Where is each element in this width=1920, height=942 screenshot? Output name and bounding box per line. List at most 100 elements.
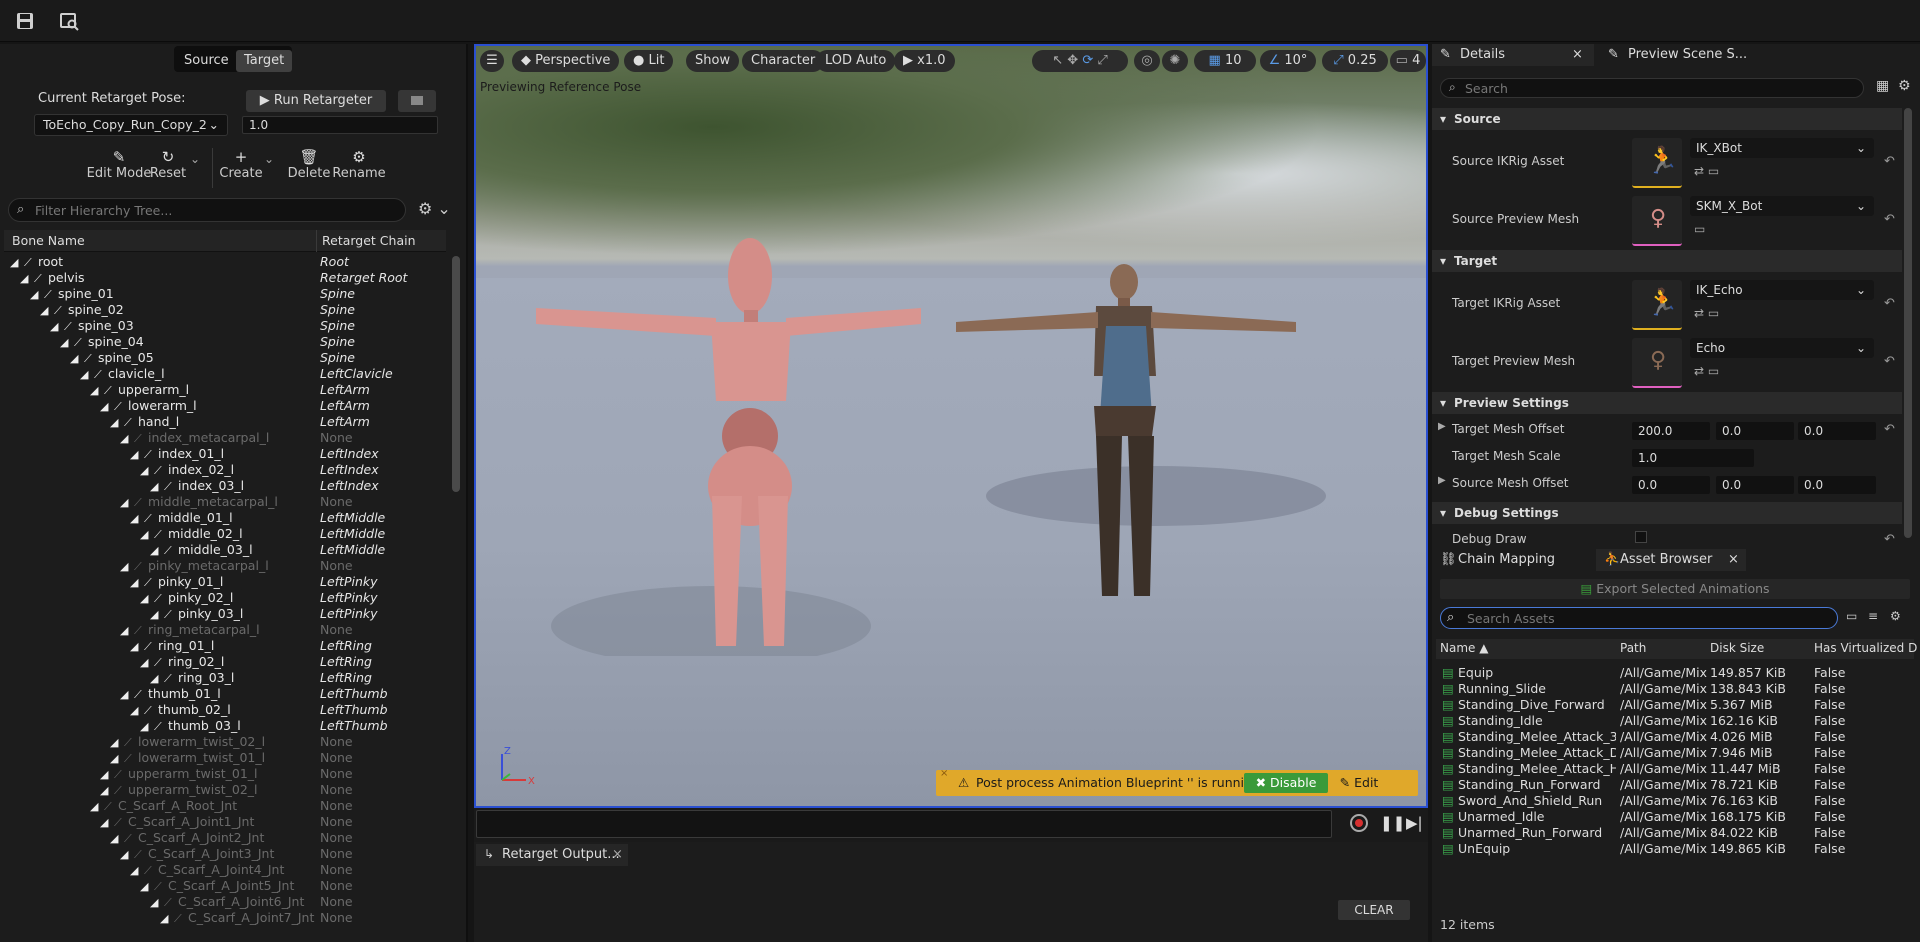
reset-arrow-icon[interactable]: ↶	[1884, 212, 1895, 227]
expand-arrow-icon[interactable]: ◢	[90, 799, 104, 815]
surface-snap-icon[interactable]: ✺	[1162, 50, 1188, 72]
retarget-chain-cell[interactable]: None	[320, 782, 353, 798]
retarget-chain-cell[interactable]: Spine	[320, 318, 355, 334]
table-row[interactable]: ◢ ⟋ root Root	[4, 254, 444, 270]
retarget-chain-cell[interactable]: None	[320, 430, 353, 446]
retarget-chain-cell[interactable]: None	[320, 734, 353, 750]
character-button[interactable]: Character	[742, 50, 825, 72]
retarget-chain-cell[interactable]: LeftThumb	[320, 718, 388, 734]
scale-snap-control[interactable]: ⤢ 0.25	[1322, 50, 1388, 72]
retarget-chain-cell[interactable]: None	[320, 878, 353, 894]
list-item[interactable]: ▤ Unarmed_Run_Forward/All/Game/Mix 84.022 …	[1438, 825, 1908, 841]
source-mesh-thumbnail[interactable]: ♀	[1632, 196, 1682, 246]
retarget-chain-cell[interactable]: None	[320, 766, 353, 782]
create-chevron-icon[interactable]: ⌄	[264, 152, 274, 166]
list-item[interactable]: ▤ Standing_Melee_Attack_H/All/Game/Mix 11.…	[1438, 761, 1908, 777]
table-row[interactable]: ◢ ⟋ thumb_03_l LeftThumb	[4, 718, 444, 734]
retarget-chain-cell[interactable]: LeftIndex	[320, 462, 379, 478]
expand-arrow-icon[interactable]: ◢	[100, 815, 114, 831]
retarget-chain-cell[interactable]: LeftRing	[320, 654, 372, 670]
retarget-chain-cell[interactable]: None	[320, 750, 353, 766]
tab-source[interactable]: Source	[176, 50, 237, 72]
retarget-chain-cell[interactable]: None	[320, 798, 353, 814]
expand-arrow-icon[interactable]: ◢	[20, 271, 34, 287]
table-row[interactable]: ◢ ⟋ lowerarm_l LeftArm	[4, 398, 444, 414]
table-row[interactable]: ◢ ⟋ C_Scarf_A_Root_Jnt None	[4, 798, 444, 814]
lod-button[interactable]: LOD Auto	[816, 50, 896, 72]
lit-button[interactable]: ● Lit	[624, 50, 674, 72]
expand-arrow-icon[interactable]: ◢	[60, 335, 74, 351]
retarget-chain-cell[interactable]: None	[320, 862, 353, 878]
retarget-chain-cell[interactable]: LeftRing	[320, 670, 372, 686]
col-retarget-chain[interactable]: Retarget Chain	[322, 233, 416, 248]
settings-gear-icon[interactable]: ⚙	[1898, 78, 1911, 94]
table-row[interactable]: ◢ ⟋ hand_l LeftArm	[4, 414, 444, 430]
section-source[interactable]: ▾ Source	[1432, 108, 1902, 130]
expand-arrow-icon[interactable]: ◢	[150, 607, 164, 623]
debug-draw-checkbox[interactable]	[1635, 531, 1647, 543]
table-row[interactable]: ◢ ⟋ pinky_03_l LeftPinky	[4, 606, 444, 622]
list-item[interactable]: ▤ UnEquip/All/Game/Mix 149.865 KiB False	[1438, 841, 1908, 857]
use-asset-icon[interactable]: ⇄ ▭	[1694, 364, 1719, 378]
rotate-icon[interactable]: ⟳	[1082, 53, 1093, 68]
table-row[interactable]: ◢ ⟋ spine_04 Spine	[4, 334, 444, 350]
use-asset-icon[interactable]: ⇄ ▭	[1694, 164, 1719, 178]
expand-arrow-icon[interactable]: ◢	[130, 639, 144, 655]
export-selected-button[interactable]: ▤ Export Selected Animations	[1440, 579, 1910, 599]
filter-hierarchy-input[interactable]: ⌕ Filter Hierarchy Tree...	[8, 198, 406, 222]
table-row[interactable]: ◢ ⟋ C_Scarf_A_Joint6_Jnt None	[4, 894, 444, 910]
retarget-chain-cell[interactable]: LeftArm	[320, 414, 370, 430]
retarget-chain-cell[interactable]: LeftRing	[320, 638, 372, 654]
list-item[interactable]: ▤ Running_Slide/All/Game/Mix 138.843 KiB Fa…	[1438, 681, 1908, 697]
list-item[interactable]: ▤ Equip/All/Game/Mix 149.857 KiB False	[1438, 665, 1908, 681]
expand-arrow-icon[interactable]: ◢	[70, 351, 84, 367]
source-offset-z[interactable]: 0.0	[1798, 476, 1876, 494]
tab-chain-mapping[interactable]: ⛓ Chain Mapping	[1432, 549, 1592, 571]
retarget-chain-cell[interactable]: Root	[320, 254, 349, 270]
expand-arrow-icon[interactable]: ◢	[110, 751, 124, 767]
tab-target[interactable]: Target	[236, 50, 293, 72]
target-mesh-combo[interactable]: Echo ⌄	[1690, 338, 1874, 358]
expand-arrow-icon[interactable]: ◢	[100, 783, 114, 799]
clear-button[interactable]: CLEAR	[1338, 900, 1410, 920]
expand-arrow-icon[interactable]: ◢	[130, 511, 144, 527]
show-button[interactable]: Show	[686, 50, 740, 72]
retarget-chain-cell[interactable]: None	[320, 894, 353, 910]
close-banner-icon[interactable]: ×	[940, 768, 948, 779]
tab-retarget-output[interactable]: ↳ Retarget Output... ×	[476, 844, 628, 866]
section-target[interactable]: ▾ Target	[1432, 250, 1902, 272]
retarget-chain-cell[interactable]: Spine	[320, 286, 355, 302]
table-row[interactable]: ◢ ⟋ ring_03_l LeftRing	[4, 670, 444, 686]
table-row[interactable]: ◢ ⟋ middle_02_l LeftMiddle	[4, 526, 444, 542]
retarget-chain-cell[interactable]: LeftPinky	[320, 590, 378, 606]
save-icon[interactable]	[14, 10, 36, 32]
expand-arrow-icon[interactable]: ◢	[130, 863, 144, 879]
details-search-input[interactable]: ⌕ Search	[1440, 78, 1864, 98]
retarget-chain-cell[interactable]: LeftArm	[320, 382, 370, 398]
expand-arrow-icon[interactable]: ◢	[120, 431, 134, 447]
world-local-icon[interactable]: ◎	[1134, 50, 1160, 72]
reset-arrow-icon[interactable]: ↶	[1884, 354, 1895, 369]
expand-arrow-icon[interactable]: ◢	[140, 591, 154, 607]
table-row[interactable]: ◢ ⟋ clavicle_l LeftClavicle	[4, 366, 444, 382]
retarget-chain-cell[interactable]: LeftMiddle	[320, 510, 385, 526]
retarget-chain-cell[interactable]: None	[320, 622, 353, 638]
expand-arrow-icon[interactable]: ◢	[120, 623, 134, 639]
table-row[interactable]: ◢ ⟋ spine_05 Spine	[4, 350, 444, 366]
source-mesh-combo[interactable]: SKM_X_Bot ⌄	[1690, 196, 1874, 216]
table-row[interactable]: ◢ ⟋ middle_03_l LeftMiddle	[4, 542, 444, 558]
close-icon[interactable]: ×	[1572, 44, 1583, 66]
retarget-chain-cell[interactable]: LeftThumb	[320, 686, 388, 702]
table-row[interactable]: ◢ ⟋ middle_metacarpal_l None	[4, 494, 444, 510]
expand-arrow-icon[interactable]: ◢	[140, 527, 154, 543]
tab-asset-browser[interactable]: ⛹ Asset Browser ×	[1596, 549, 1746, 571]
col-path[interactable]: Path	[1620, 641, 1646, 655]
table-row[interactable]: ◢ ⟋ index_01_l LeftIndex	[4, 446, 444, 462]
retarget-chain-cell[interactable]: LeftMiddle	[320, 542, 385, 558]
disable-button[interactable]: ✖ Disable	[1244, 773, 1328, 793]
filter-icon[interactable]: ≡	[1868, 609, 1878, 623]
target-mesh-thumbnail[interactable]: ♀	[1632, 338, 1682, 388]
expand-arrow-icon[interactable]: ◢	[80, 367, 94, 383]
expand-arrow-icon[interactable]: ◢	[140, 879, 154, 895]
table-row[interactable]: ◢ ⟋ upperarm_twist_02_l None	[4, 782, 444, 798]
